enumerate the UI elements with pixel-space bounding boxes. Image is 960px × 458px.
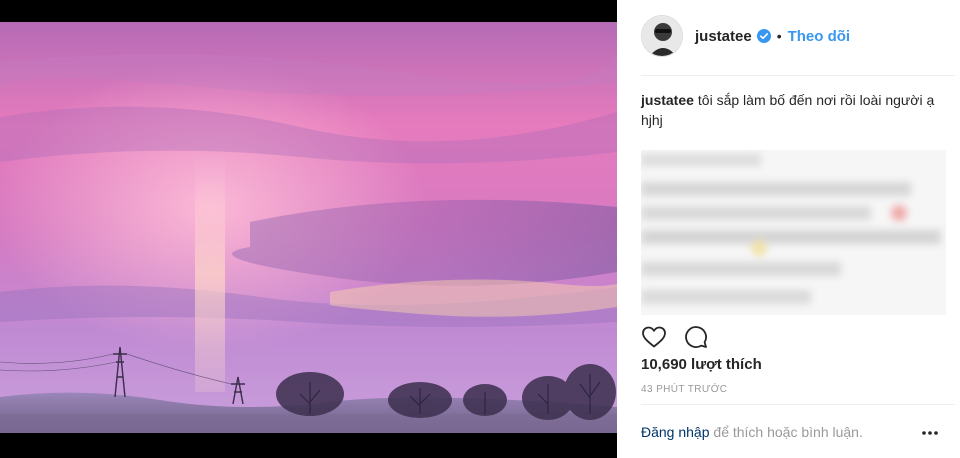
header-username-link[interactable]: justatee	[695, 28, 752, 45]
post-actions	[641, 323, 841, 351]
footer-divider	[641, 404, 955, 405]
verified-badge-icon	[756, 29, 771, 43]
follow-button[interactable]: Theo dõi	[788, 28, 851, 45]
more-options-icon	[922, 431, 938, 435]
post-sidebar: justatee • Theo dõi justatee tôi sắp làm …	[617, 0, 960, 458]
post-caption: justatee tôi sắp làm bố đến nơi rồi loài …	[641, 90, 941, 130]
header-divider	[641, 75, 955, 76]
comment-button[interactable]	[683, 324, 709, 350]
blurred-comments	[641, 150, 946, 315]
avatar[interactable]	[641, 15, 683, 57]
comment-icon	[685, 326, 707, 348]
sunset-landscape-image	[0, 22, 617, 433]
login-link[interactable]: Đăng nhập	[641, 424, 710, 440]
avatar-image	[642, 16, 682, 56]
post-timestamp[interactable]: 43 PHÚT TRƯỚC	[641, 384, 727, 395]
like-button[interactable]	[641, 324, 667, 350]
caption-line-2: hjhj	[641, 112, 663, 128]
post-photo[interactable]	[0, 22, 617, 433]
post-media	[0, 0, 617, 458]
caption-text: tôi sắp làm bố đến nơi rồi loài người ạ	[697, 92, 935, 108]
blurred-comments-area	[641, 150, 946, 315]
login-prompt: Đăng nhập để thích hoặc bình luận.	[641, 424, 863, 440]
post-header: justatee • Theo dõi	[641, 14, 941, 58]
caption-username-link[interactable]: justatee	[641, 92, 694, 108]
header-separator-dot: •	[776, 28, 782, 44]
likes-count[interactable]: 10,690 lượt thích	[641, 356, 762, 373]
more-options-button[interactable]	[920, 424, 940, 442]
post-viewer: justatee • Theo dõi justatee tôi sắp làm …	[0, 0, 960, 458]
login-prompt-text: để thích hoặc bình luận.	[709, 424, 863, 440]
heart-icon	[642, 326, 666, 348]
